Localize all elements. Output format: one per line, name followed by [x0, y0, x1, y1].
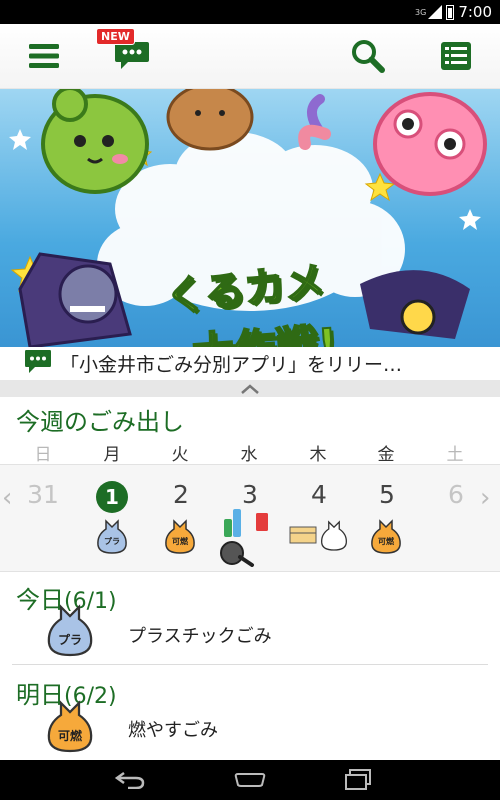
- day-cell-sun[interactable]: 31: [21, 480, 65, 509]
- plastic-bag-icon: プラ: [96, 519, 128, 555]
- plastic-bag-label: プラ: [104, 537, 120, 546]
- weekday-sun: 日: [34, 445, 52, 465]
- home-button[interactable]: [220, 760, 280, 800]
- recent-apps-button[interactable]: [328, 760, 388, 800]
- next-week-button[interactable]: ›: [480, 483, 490, 513]
- tomorrow-burnable-bag-icon: 可燃: [46, 700, 94, 754]
- day-cell-tue[interactable]: 2: [159, 480, 203, 509]
- recent-apps-icon: [345, 769, 371, 790]
- week-strip: ‹ › 31 1 2 3 4 5 6 プラ 可燃 可燃: [0, 464, 500, 572]
- battery-icon: [446, 4, 455, 20]
- expand-handle[interactable]: [0, 380, 500, 397]
- tomorrow-item[interactable]: 燃やすごみ: [128, 716, 218, 742]
- weekday-thu: 木: [309, 445, 327, 465]
- burnable-bag-label: 可燃: [172, 537, 188, 546]
- status-bar: 3G 7:00: [0, 0, 500, 24]
- burnable-bag-icon: 可燃: [164, 519, 196, 555]
- day-cell-thu[interactable]: 4: [297, 480, 341, 509]
- weekly-title: 今週のごみ出し: [16, 408, 184, 436]
- chevron-up-icon: [241, 383, 259, 394]
- news-ticker[interactable]: 「小金井市ごみ分別アプリ」をリリー…: [0, 347, 500, 379]
- weekday-tue: 火: [171, 445, 189, 465]
- weekday-fri: 金: [377, 445, 395, 465]
- list-icon: [441, 42, 471, 70]
- search-icon: [352, 40, 385, 73]
- menu-icon: [29, 44, 59, 68]
- burnable-bag-icon: 可燃: [370, 519, 402, 555]
- day-cell-mon-today[interactable]: 1: [96, 481, 128, 513]
- signal-icon: [428, 5, 443, 19]
- search-button[interactable]: [342, 24, 394, 88]
- promo-banner[interactable]: くるカメ 大作戦!: [0, 89, 500, 347]
- news-text: 「小金井市ごみ分別アプリ」をリリー…: [60, 354, 403, 376]
- back-icon: [114, 771, 145, 789]
- today-plastic-bag-icon: プラ: [46, 604, 94, 658]
- tomorrow-bag-label: 可燃: [57, 729, 82, 743]
- divider: [12, 664, 488, 665]
- back-button[interactable]: [100, 760, 160, 800]
- clock: 7:00: [458, 3, 492, 21]
- list-view-button[interactable]: [428, 24, 484, 88]
- today-item[interactable]: プラスチックごみ: [128, 622, 272, 648]
- cloth-bag-icon: [321, 520, 347, 551]
- network-type: 3G: [415, 7, 427, 17]
- weekday-header: 日 月 火 水 木 金 土: [0, 440, 500, 465]
- weekday-mon: 月: [103, 445, 121, 465]
- today-bag-label: プラ: [57, 633, 82, 647]
- navigation-bar: [0, 760, 500, 800]
- weekday-sat: 土: [446, 445, 464, 465]
- day-cell-sat[interactable]: 6: [434, 480, 478, 509]
- prev-week-button[interactable]: ‹: [2, 483, 12, 513]
- app-toolbar: NEW: [0, 24, 500, 89]
- weekday-wed: 水: [240, 445, 258, 465]
- burnable-bag-label: 可燃: [378, 537, 394, 546]
- new-badge: NEW: [96, 28, 135, 45]
- bottles-cans-icon: [220, 509, 268, 567]
- home-icon: [234, 773, 266, 787]
- day-cell-fri[interactable]: 5: [365, 480, 409, 509]
- news-chat-icon: [25, 350, 51, 373]
- paper-bundle-icon: [289, 526, 317, 544]
- menu-button[interactable]: [18, 24, 70, 88]
